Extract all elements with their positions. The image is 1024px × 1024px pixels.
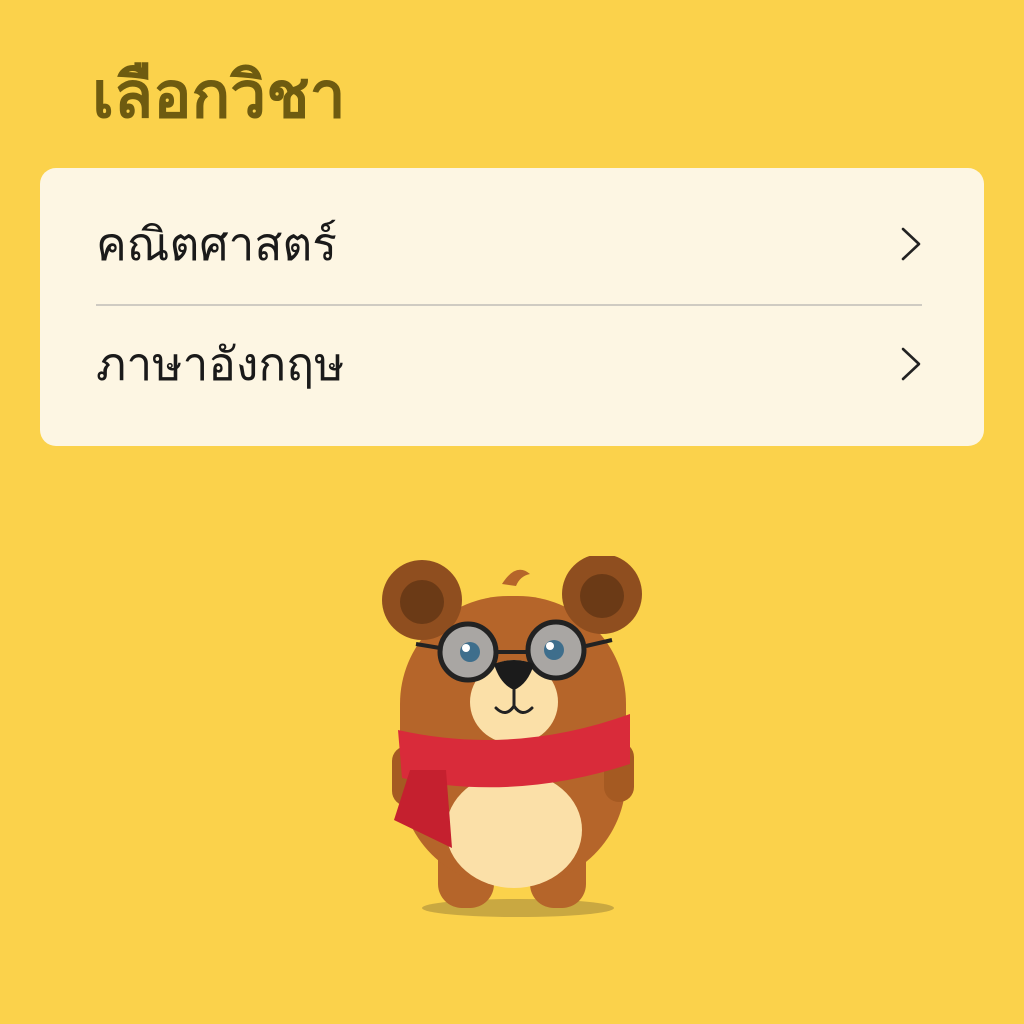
subject-item-english[interactable]: ภาษาอังกฤษ [96,304,922,424]
bear-mascot-icon [382,556,642,917]
subject-item-label: คณิตศาสตร์ [96,216,338,271]
subject-item-label: ภาษาอังกฤษ [96,336,345,391]
subject-item-math[interactable]: คณิตศาสตร์ [96,184,922,304]
chevron-right-icon [901,227,921,261]
subject-list: คณิตศาสตร์ ภาษาอังกฤษ [40,168,984,446]
chevron-right-icon [901,347,921,381]
page-title: เลือกวิชา [92,59,346,133]
